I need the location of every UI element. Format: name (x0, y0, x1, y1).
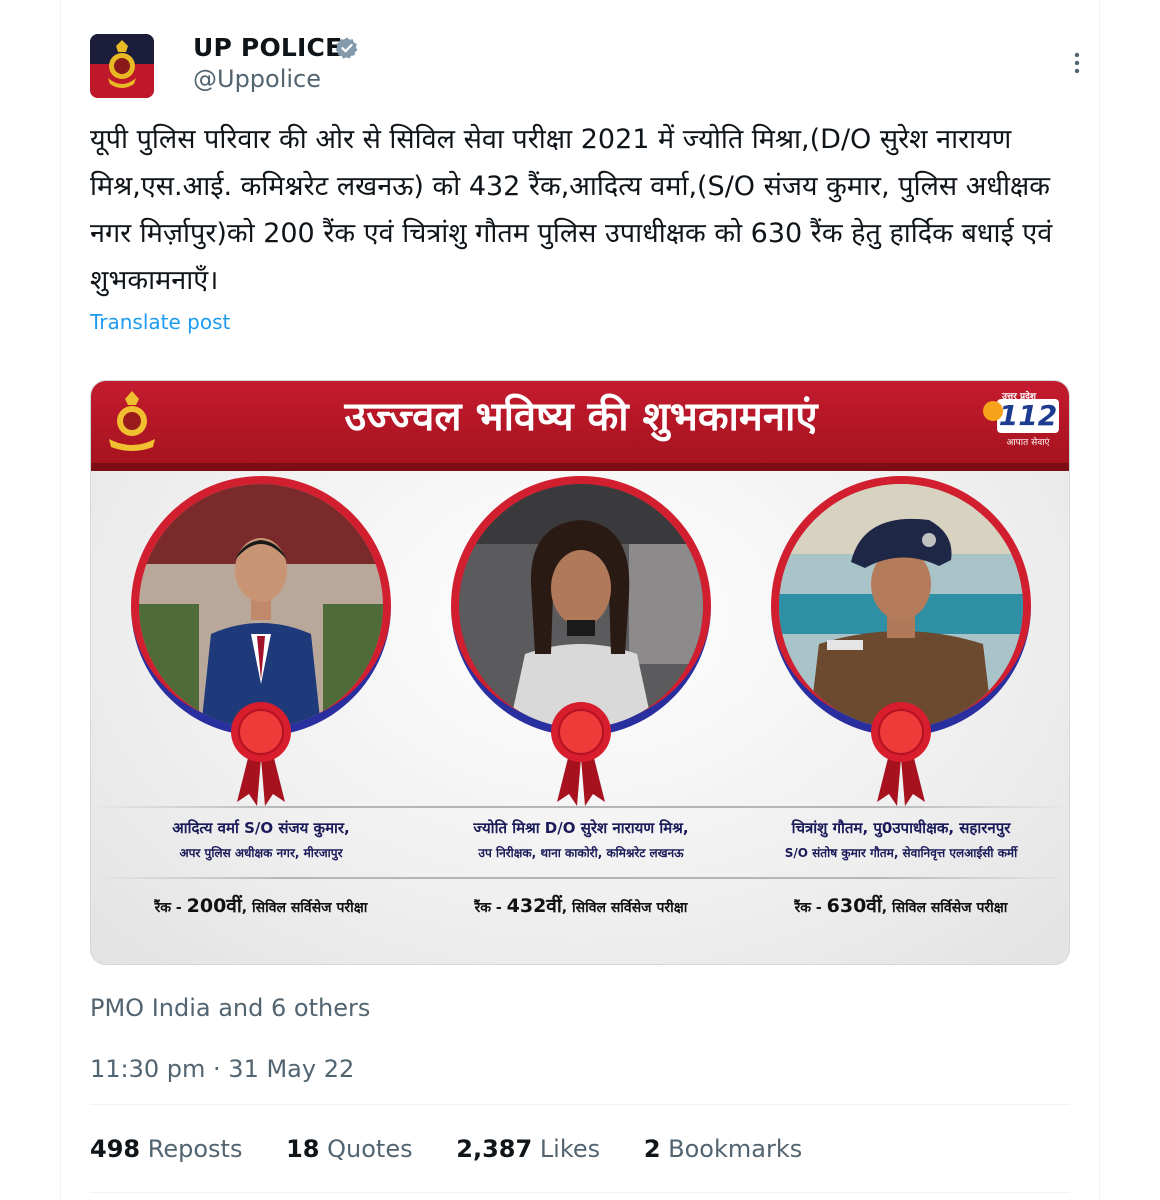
avatar[interactable] (90, 34, 154, 98)
rank-prefix: रैंक - (474, 900, 507, 916)
rank-suffix: , सिविल सर्विसेज परीक्षा (881, 900, 1008, 916)
person-3-designation: S/O संतोष कुमार गौतम, सेवानिवृत्त एलआईसी… (784, 846, 1018, 860)
person-1-name: आदित्य वर्मा S/O संजय कुमार, (172, 819, 350, 837)
post-media-card[interactable]: उज्ज्वल भविष्य की शुभकामनाएं उत्तर प्रदे… (90, 380, 1070, 965)
person-1-designation: अपर पुलिस अधीक्षक नगर, मीरजापुर (179, 846, 343, 860)
person-2-name: ज्योति मिश्रा D/O सुरेश नारायण मिश्र, (473, 819, 689, 837)
post-text: यूपी पुलिस परिवार की ओर से सिविल सेवा पर… (90, 124, 1053, 296)
person-2-rank: रैंक - 432वीं, सिविल सर्विसेज परीक्षा (416, 892, 746, 918)
card-banner-title: उज्ज्वल भविष्य की शुभकामनाएं (344, 394, 818, 440)
person-portrait-2 (451, 476, 711, 846)
up-112-logo: उत्तर प्रदेश 112 आपात सेवाएं (979, 389, 1059, 451)
reposts-stat[interactable]: 498 Reposts (90, 1135, 242, 1163)
likes-stat[interactable]: 2,387 Likes (456, 1135, 600, 1163)
likes-count: 2,387 (456, 1135, 533, 1163)
engagement-stats: 498 Reposts 18 Quotes 2,387 Likes 2 Book… (90, 1135, 838, 1163)
person-2-designation: उप निरीक्षक, थाना काकोरी, कमिश्नरेट लखनऊ (478, 846, 684, 860)
rank-value: 200वीं (186, 895, 242, 917)
quotes-label: Quotes (327, 1135, 413, 1163)
rank-suffix: , सिविल सर्विसेज परीक्षा (241, 900, 368, 916)
rank-suffix: , सिविल सर्विसेज परीक्षा (561, 900, 688, 916)
post-timestamp[interactable]: 11:30 pm · 31 May 22 (90, 1055, 354, 1083)
rank-divider (91, 877, 1069, 879)
rank-prefix: रैंक - (794, 900, 827, 916)
logo-112-number: 112 (997, 399, 1059, 433)
likes-label: Likes (539, 1135, 601, 1163)
bookmarks-count: 2 (643, 1135, 661, 1163)
divider (90, 1192, 1070, 1193)
award-rosette-icon (871, 702, 931, 806)
author-handle[interactable]: @Uppolice (193, 65, 321, 93)
person-portrait-3 (771, 476, 1031, 846)
reposts-label: Reposts (147, 1135, 243, 1163)
portrait-photo (459, 484, 703, 728)
more-options-icon[interactable] (1065, 52, 1089, 74)
quotes-count: 18 (286, 1135, 320, 1163)
rank-value: 432वीं (506, 895, 562, 917)
portrait-photo (139, 484, 383, 728)
reposts-count: 498 (90, 1135, 141, 1163)
person-portrait-1 (131, 476, 391, 846)
award-rosette-icon (551, 702, 611, 806)
liked-by-link[interactable]: PMO India and 6 others (90, 994, 370, 1022)
author-name[interactable]: UP POLICE (193, 33, 342, 62)
up-police-emblem-icon (109, 391, 155, 451)
quotes-stat[interactable]: 18 Quotes (286, 1135, 413, 1163)
up-police-emblem-icon (108, 40, 136, 88)
portrait-photo (779, 484, 1023, 728)
rank-prefix: रैंक - (154, 900, 187, 916)
card-banner-shadow (91, 463, 1069, 471)
verified-badge-icon (335, 37, 358, 59)
translate-post-link[interactable]: Translate post (90, 310, 230, 334)
bookmarks-label: Bookmarks (668, 1135, 803, 1163)
bookmarks-stat[interactable]: 2 Bookmarks (644, 1135, 802, 1163)
award-rosette-icon (231, 702, 291, 806)
person-1-rank: रैंक - 200वीं, सिविल सर्विसेज परीक्षा (96, 892, 426, 918)
caption-divider (91, 806, 1069, 808)
phone-icon (983, 401, 1003, 421)
rank-value: 630वीं (826, 895, 882, 917)
divider (90, 1104, 1070, 1105)
person-3-name: चित्रांशु गौतम, पु0उपाधीक्षक, सहारनपुर (791, 819, 1011, 837)
logo-112-bottom-text: आपात सेवाएं (1006, 438, 1050, 448)
person-3-rank: रैंक - 630वीं, सिविल सर्विसेज परीक्षा (736, 892, 1066, 918)
